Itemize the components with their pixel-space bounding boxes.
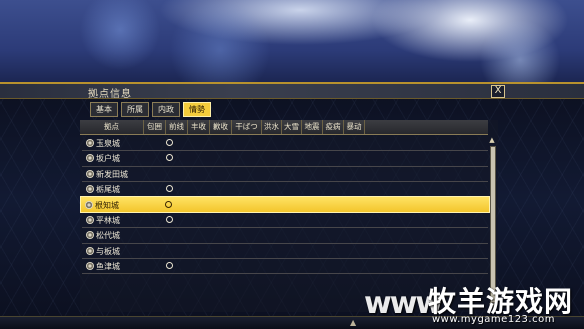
row-base-name: 新发田城 <box>96 169 128 179</box>
table-row[interactable]: 栃尾城 <box>82 182 488 198</box>
table-row[interactable]: 平林城 <box>82 213 488 229</box>
frontline-circle-icon <box>166 184 173 192</box>
castle-icon <box>86 139 94 147</box>
column-header-earthquake[interactable]: 地震 <box>302 120 323 134</box>
tab-domestic[interactable]: 内政 <box>152 102 180 117</box>
frontline-circle-icon <box>165 201 172 209</box>
frontline-circle-icon <box>166 262 173 270</box>
map-background <box>0 0 584 84</box>
table-body: 玉泉城 坂户城 新发田城 栃尾城 根知城 平林城 松代城 与板城 鱼津城 <box>80 136 490 275</box>
row-base-name: 栃尾城 <box>96 184 120 194</box>
column-header-riot[interactable]: 暴动 <box>344 120 365 134</box>
castle-icon <box>86 231 94 240</box>
table-row[interactable]: 玉泉城 <box>82 136 488 152</box>
castle-icon <box>86 154 94 163</box>
tab-bar: 基本 所属 内政 情勢 <box>90 102 211 117</box>
castle-icon <box>86 262 94 271</box>
panel-title-bar: 拠点信息 X <box>0 84 584 100</box>
site-watermark: www 牧羊游戏网 www.mygame123.com <box>364 278 584 328</box>
castle-icon <box>86 169 94 178</box>
castle-icon <box>86 246 94 255</box>
table-row-selected[interactable]: 根知城 <box>80 196 490 214</box>
up-down-arrow-icon: ▲ <box>350 318 357 327</box>
row-base-name: 平林城 <box>96 216 120 226</box>
column-header-poor-harvest[interactable]: 歉收 <box>210 120 232 134</box>
castle-icon <box>85 201 93 210</box>
scroll-up-arrow-icon[interactable]: ▲ <box>488 136 496 144</box>
watermark-url: www.mygame123.com <box>432 314 555 325</box>
column-header-epidemic[interactable]: 疫病 <box>323 120 344 134</box>
column-header-heavy-snow[interactable]: 大雪 <box>282 120 302 134</box>
tab-affiliation[interactable]: 所属 <box>121 102 149 117</box>
column-header-siege[interactable]: 包囲 <box>144 120 166 134</box>
frontline-circle-icon <box>166 139 173 146</box>
castle-icon <box>86 216 94 225</box>
column-header-base[interactable]: 拠点 <box>80 120 144 134</box>
row-base-name: 坂户城 <box>96 154 120 164</box>
column-header-frontline[interactable]: 前线 <box>166 120 188 134</box>
tab-situation[interactable]: 情勢 <box>183 102 211 117</box>
panel-title: 拠点信息 <box>88 89 132 100</box>
castle-icon <box>86 184 94 193</box>
table-row[interactable]: 松代城 <box>82 228 488 244</box>
row-base-name: 玉泉城 <box>96 139 120 148</box>
column-header-flood[interactable]: 洪水 <box>262 120 282 134</box>
table-row[interactable]: 新发田城 <box>82 167 488 182</box>
column-header-filler <box>365 120 488 134</box>
row-base-name: 与板城 <box>96 246 120 256</box>
frontline-circle-icon <box>166 154 173 162</box>
column-header-harvest[interactable]: 丰收 <box>188 120 210 134</box>
frontline-circle-icon <box>166 216 173 224</box>
table-header: 拠点 包囲 前线 丰收 歉收 干ばつ 洪水 大雪 地震 疫病 暴动 <box>80 120 488 135</box>
row-base-name: 鱼津城 <box>96 262 120 272</box>
tab-basic[interactable]: 基本 <box>90 102 118 117</box>
row-base-name: 松代城 <box>96 231 120 241</box>
table-row[interactable]: 坂户城 <box>82 151 488 167</box>
row-base-name: 根知城 <box>95 201 119 211</box>
table-row[interactable]: 鱼津城 <box>82 259 488 275</box>
close-button[interactable]: X <box>491 85 505 98</box>
table-row[interactable]: 与板城 <box>82 244 488 260</box>
column-header-drought[interactable]: 干ばつ <box>232 120 262 134</box>
